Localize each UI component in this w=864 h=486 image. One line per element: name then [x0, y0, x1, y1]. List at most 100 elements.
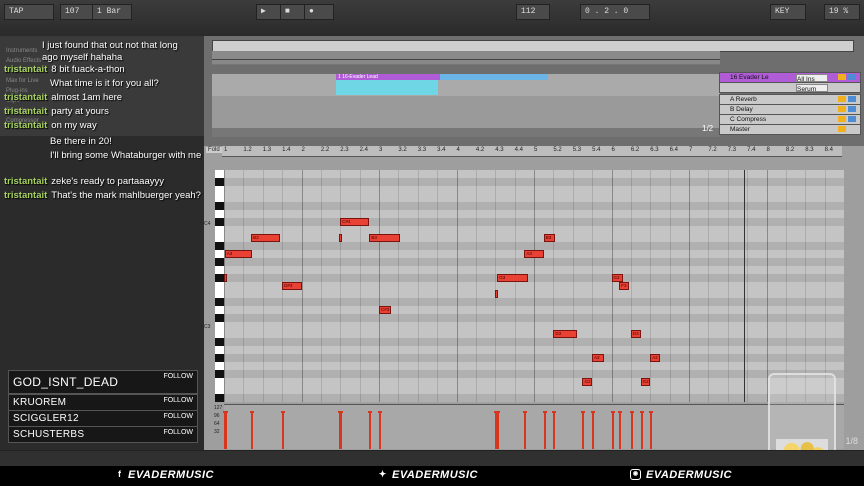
- white-key[interactable]: [215, 346, 224, 354]
- midi-note[interactable]: [495, 290, 499, 298]
- midi-note[interactable]: B3: [369, 234, 400, 242]
- velocity-bar[interactable]: [629, 411, 634, 449]
- track-solo[interactable]: [848, 96, 856, 102]
- arrangement-time-ruler[interactable]: [212, 128, 720, 137]
- black-key[interactable]: [215, 202, 224, 210]
- piano-roll-ruler[interactable]: 1 1.2 1.3 1.4 2 2.2 2.3 2.4 3 3.2 3.3 3.4 4 4.2 4.3 4.4…: [222, 146, 842, 157]
- white-key[interactable]: [215, 282, 224, 290]
- track-solo[interactable]: [848, 106, 856, 112]
- black-key[interactable]: [215, 338, 224, 346]
- grid-line: [456, 170, 458, 402]
- velocity-bar[interactable]: [581, 411, 586, 449]
- black-key[interactable]: [215, 354, 224, 362]
- midi-note[interactable]: [224, 274, 227, 282]
- velocity-bar[interactable]: [552, 411, 557, 449]
- tempo-tap[interactable]: TAP: [4, 4, 54, 20]
- velocity-bar[interactable]: [618, 411, 623, 449]
- note-grid[interactable]: B3 A3 D#3 C#4 B3 C#3 G3 A3 B3 D3 A2 G2 G3 F3 D3 A2 G2: [224, 170, 844, 403]
- position-field[interactable]: 0 . 2 . 0: [580, 4, 650, 20]
- black-key[interactable]: [215, 178, 224, 186]
- arrangement-track-lane[interactable]: 1 16-Evader Lead: [212, 74, 720, 97]
- grid-line: [514, 170, 516, 402]
- white-key[interactable]: [215, 386, 224, 394]
- track-header-master[interactable]: Master: [719, 124, 861, 135]
- midi-note[interactable]: G2: [582, 378, 593, 386]
- midi-note[interactable]: D#3: [282, 282, 302, 290]
- velocity-bar[interactable]: [591, 411, 596, 449]
- black-key[interactable]: [215, 370, 224, 378]
- velocity-lane[interactable]: [223, 404, 844, 449]
- clip-body[interactable]: [336, 80, 438, 95]
- white-key[interactable]: [215, 330, 224, 338]
- white-key[interactable]: [215, 306, 224, 314]
- midi-note[interactable]: G2: [640, 378, 651, 386]
- midi-note[interactable]: C#4: [340, 218, 370, 226]
- record-icon[interactable]: ●: [304, 4, 334, 20]
- black-key[interactable]: [215, 218, 224, 226]
- grid-line: [669, 170, 671, 402]
- track-header[interactable]: Serum x64: [719, 82, 861, 102]
- midi-note[interactable]: G3: [611, 274, 624, 282]
- velocity-bar[interactable]: [639, 411, 644, 449]
- white-key[interactable]: [215, 266, 224, 274]
- black-key[interactable]: [215, 314, 224, 322]
- velocity-bar[interactable]: [338, 411, 343, 449]
- midi-note[interactable]: B3: [543, 234, 556, 242]
- white-key[interactable]: [215, 170, 224, 178]
- black-key[interactable]: [215, 274, 224, 282]
- white-key[interactable]: [215, 234, 224, 242]
- white-key[interactable]: [215, 378, 224, 386]
- midi-note[interactable]: D3: [553, 330, 577, 338]
- fold-button[interactable]: Fold: [206, 147, 222, 153]
- white-key[interactable]: [215, 290, 224, 298]
- black-key[interactable]: [215, 394, 224, 402]
- clip-header-2[interactable]: [440, 74, 548, 80]
- velocity-bar[interactable]: [250, 411, 255, 449]
- arrangement-ruler[interactable]: [212, 51, 720, 60]
- track-activator[interactable]: [838, 116, 846, 122]
- track-solo[interactable]: [848, 116, 856, 122]
- velocity-bar[interactable]: [542, 411, 547, 449]
- white-key[interactable]: [215, 226, 224, 234]
- white-key[interactable]: [215, 210, 224, 218]
- loop-field[interactable]: 1 Bar: [92, 4, 132, 20]
- midi-note[interactable]: [339, 234, 343, 242]
- midi-note[interactable]: D3: [630, 330, 641, 338]
- track-solo[interactable]: [848, 74, 856, 80]
- white-key[interactable]: [215, 362, 224, 370]
- midi-note[interactable]: G3: [497, 274, 529, 282]
- velocity-bar[interactable]: [610, 411, 615, 449]
- velocity-bar[interactable]: [494, 411, 499, 449]
- midi-note[interactable]: B3: [251, 234, 281, 242]
- track-activator[interactable]: [838, 126, 846, 132]
- key-button[interactable]: KEY: [770, 4, 806, 20]
- white-key[interactable]: [215, 186, 224, 194]
- signature-field[interactable]: 112: [516, 4, 550, 20]
- black-key[interactable]: [215, 258, 224, 266]
- midi-note[interactable]: A2: [592, 354, 604, 362]
- track-activator[interactable]: [838, 96, 846, 102]
- black-key[interactable]: [215, 242, 224, 250]
- velocity-bar[interactable]: [523, 411, 528, 449]
- velocity-bar[interactable]: [281, 411, 286, 449]
- velocity-bar[interactable]: [496, 411, 501, 449]
- midi-note[interactable]: A2: [650, 354, 660, 362]
- white-key[interactable]: [215, 322, 224, 330]
- velocity-bar[interactable]: [649, 411, 654, 449]
- track-activator[interactable]: [838, 106, 846, 112]
- midi-note[interactable]: A3: [524, 250, 544, 258]
- white-key[interactable]: [215, 194, 224, 202]
- track-activator[interactable]: [838, 74, 846, 80]
- midi-note[interactable]: A3: [224, 250, 252, 258]
- velocity-bar[interactable]: [223, 411, 227, 449]
- white-key[interactable]: [215, 250, 224, 258]
- velocity-bar[interactable]: [368, 411, 373, 449]
- track-input[interactable]: Serum x64: [796, 84, 828, 102]
- velocity-bar[interactable]: [378, 411, 382, 449]
- track-input[interactable]: All Ins: [796, 74, 828, 83]
- midi-note[interactable]: F3: [619, 282, 629, 290]
- black-key[interactable]: [215, 298, 224, 306]
- arrangement-marker-lane[interactable]: [212, 60, 720, 65]
- tempo-field[interactable]: 107: [60, 4, 96, 20]
- midi-note[interactable]: C#3: [379, 306, 391, 314]
